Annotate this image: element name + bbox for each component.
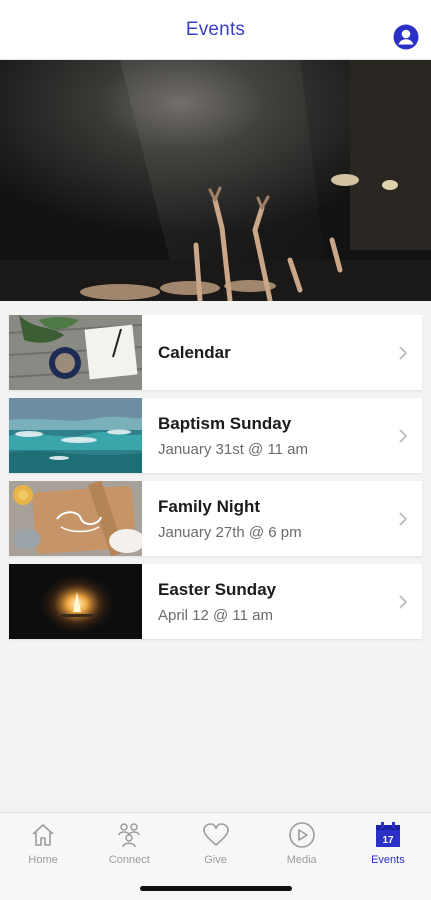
tab-label: Give bbox=[204, 854, 227, 866]
event-date: April 12 @ 11 am bbox=[158, 606, 273, 624]
event-title: Baptism Sunday bbox=[158, 413, 292, 433]
tab-label: Connect bbox=[108, 854, 150, 866]
home-indicator[interactable] bbox=[140, 886, 292, 891]
chevron-right-icon bbox=[399, 595, 407, 609]
page-title: Events bbox=[185, 18, 246, 40]
baking-board-family-image bbox=[9, 481, 142, 556]
event-title: Easter Sunday bbox=[158, 579, 277, 599]
heart-icon bbox=[202, 823, 229, 847]
campfire-dark-image bbox=[9, 564, 142, 639]
tab-home[interactable]: Home bbox=[0, 813, 86, 900]
event-card-baptism-sunday[interactable]: Baptism Sunday January 31st @ 11 am bbox=[9, 398, 422, 473]
event-card-easter-sunday[interactable]: Easter Sunday April 12 @ 11 am bbox=[9, 564, 422, 639]
event-card-text: Calendar bbox=[142, 343, 422, 363]
hero-concert-image bbox=[0, 60, 431, 301]
app-header: Events bbox=[0, 0, 431, 60]
people-icon bbox=[118, 823, 141, 848]
event-thumbnail bbox=[9, 564, 142, 639]
event-card-text: Baptism Sunday January 31st @ 11 am bbox=[142, 414, 422, 458]
play-circle-icon bbox=[288, 822, 315, 848]
event-card-text: Family Night January 27th @ 6 pm bbox=[142, 497, 422, 541]
tab-events[interactable]: 17 Events bbox=[345, 813, 431, 900]
tab-label: Home bbox=[28, 854, 58, 866]
event-thumbnail bbox=[9, 481, 142, 556]
hero-image bbox=[0, 60, 431, 301]
event-card-family-night[interactable]: Family Night January 27th @ 6 pm bbox=[9, 481, 422, 556]
event-card-text: Easter Sunday April 12 @ 11 am bbox=[142, 580, 422, 624]
home-icon bbox=[32, 824, 54, 846]
event-title: Family Night bbox=[158, 496, 261, 516]
ocean-waves-image bbox=[9, 398, 142, 473]
desk-notebook-coffee-plant-image bbox=[9, 315, 142, 390]
calendar-day-number: 17 bbox=[382, 835, 394, 846]
event-title: Calendar bbox=[158, 342, 231, 362]
event-date: January 31st @ 11 am bbox=[158, 440, 309, 458]
person-circle-icon[interactable] bbox=[393, 24, 419, 50]
chevron-right-icon bbox=[399, 512, 407, 526]
tab-label: Events bbox=[371, 854, 405, 866]
event-thumbnail bbox=[9, 315, 142, 390]
chevron-right-icon bbox=[399, 346, 407, 360]
event-thumbnail bbox=[9, 398, 142, 473]
events-list: Calendar Baptism Sunday January 31st @ 1… bbox=[9, 315, 422, 647]
tab-label: Media bbox=[286, 854, 317, 866]
chevron-right-icon bbox=[399, 429, 407, 443]
calendar-icon: 17 bbox=[375, 822, 400, 847]
event-date: January 27th @ 6 pm bbox=[158, 523, 302, 541]
event-card-calendar[interactable]: Calendar bbox=[9, 315, 422, 390]
